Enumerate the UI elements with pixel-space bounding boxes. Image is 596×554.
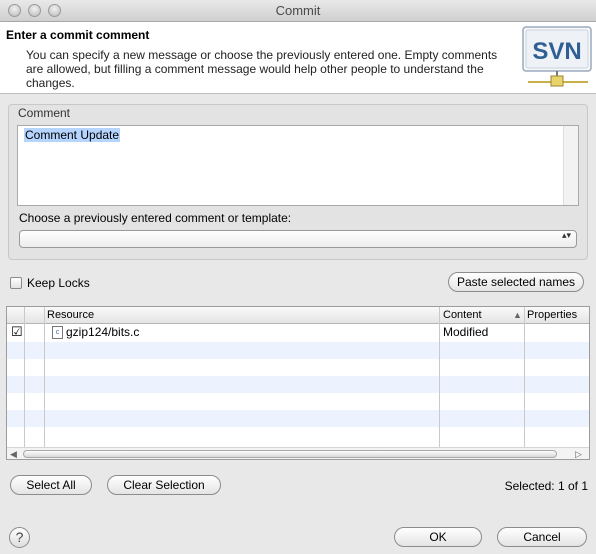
scrollbar-thumb[interactable] (23, 450, 557, 458)
table-row-stripe (7, 410, 589, 427)
sort-ascending-icon: ▲ (513, 310, 522, 320)
comment-text: Comment Update (24, 128, 121, 142)
paste-selected-names-button[interactable]: Paste selected names (448, 272, 584, 292)
select-all-button[interactable]: Select All (10, 475, 92, 495)
ok-button[interactable]: OK (394, 527, 482, 547)
cancel-button[interactable]: Cancel (497, 527, 587, 547)
content-cell: Modified (443, 325, 489, 339)
row-checkbox[interactable]: ☑ (11, 325, 23, 339)
keep-locks-checkbox[interactable] (10, 277, 22, 289)
resource-cell[interactable]: gzip124/bits.c (66, 325, 139, 339)
header-title: Enter a commit comment (6, 28, 150, 42)
help-icon[interactable]: ? (9, 527, 30, 548)
scroll-left-icon[interactable]: ◀ (10, 448, 17, 460)
resource-table: Resource Content ▲ Properties ☑ c gzip12… (6, 306, 590, 460)
c-file-icon: c (52, 326, 63, 339)
table-horizontal-scrollbar[interactable]: ◀ ▷ (7, 447, 589, 459)
comment-group-label: Comment (18, 106, 71, 120)
svn-logo-icon: SVN (522, 26, 592, 87)
window-title: Commit (275, 3, 321, 18)
title-bar: Commit (0, 0, 596, 22)
comment-vertical-scrollbar[interactable] (563, 126, 578, 205)
choose-template-label: Choose a previously entered comment or t… (19, 211, 292, 225)
dialog-header: Enter a commit comment You can specify a… (0, 22, 596, 94)
svn-logo-text: SVN (532, 38, 581, 65)
select-arrows-icon: ▴▾ (561, 230, 571, 240)
comment-textarea[interactable]: Comment Update (17, 125, 579, 206)
table-header: Resource Content ▲ Properties (7, 307, 589, 324)
previous-comment-select[interactable]: ▴▾ (19, 230, 577, 248)
table-row-stripe (7, 342, 589, 359)
column-header-resource[interactable]: Resource (47, 309, 94, 321)
table-row-stripe (7, 376, 589, 393)
selection-count: Selected: 1 of 1 (504, 479, 588, 493)
clear-selection-button[interactable]: Clear Selection (107, 475, 221, 495)
keep-locks-label[interactable]: Keep Locks (27, 276, 90, 290)
column-header-properties[interactable]: Properties (527, 309, 577, 321)
scroll-right-icon[interactable]: ▷ (575, 448, 582, 460)
column-header-content[interactable]: Content (443, 309, 482, 321)
header-description: You can specify a new message or choose … (26, 48, 498, 90)
